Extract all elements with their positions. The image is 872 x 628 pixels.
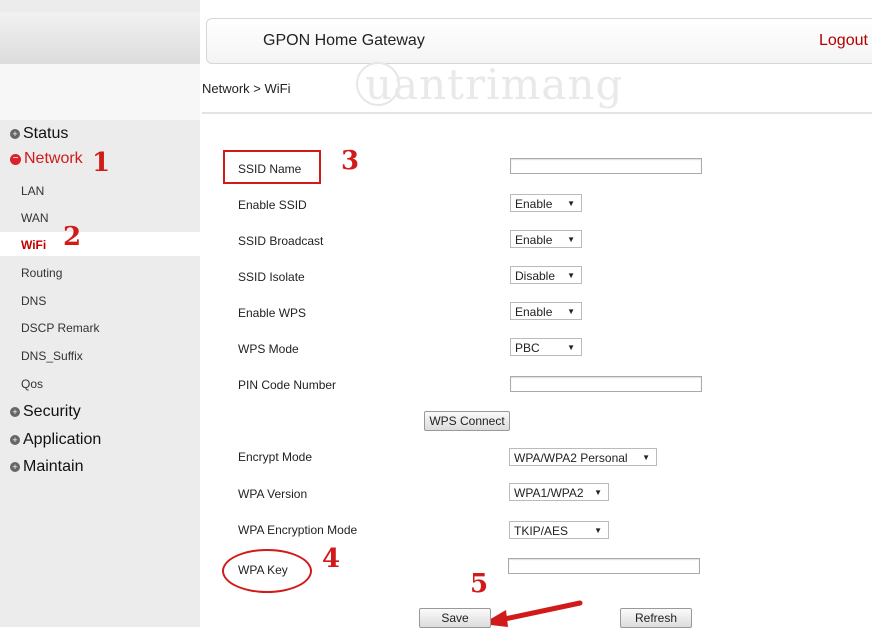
top-bar: GPON Home Gateway Logout	[206, 18, 872, 64]
wpa-encryption-label: WPA Encryption Mode	[238, 523, 358, 537]
ssid-isolate-label: SSID Isolate	[238, 270, 305, 284]
annotation-step-1: 1	[92, 148, 111, 178]
select-value: Disable	[515, 269, 556, 283]
select-value: Enable	[515, 197, 553, 211]
sidebar-group-network[interactable]: − Network	[10, 150, 83, 168]
sidebar-group-label: Application	[23, 431, 102, 448]
sidebar-group-status[interactable]: + Status	[10, 125, 68, 143]
enable-ssid-select[interactable]: Enable ▼	[510, 194, 582, 212]
select-value: PBC	[515, 341, 540, 355]
select-value: TKIP/AES	[514, 524, 569, 538]
enable-ssid-label: Enable SSID	[238, 198, 307, 212]
select-value: Enable	[515, 305, 553, 319]
sidebar-group-application[interactable]: + Application	[10, 431, 101, 449]
chevron-down-icon: ▼	[594, 488, 602, 497]
chevron-down-icon: ▼	[594, 526, 602, 535]
app-title: GPON Home Gateway	[263, 32, 425, 49]
sidebar-header	[0, 12, 200, 64]
plus-circle-icon: +	[10, 407, 20, 417]
annotation-step-2: 2	[63, 222, 82, 252]
annotation-step-5: 5	[470, 569, 489, 599]
chevron-down-icon: ▼	[567, 199, 575, 208]
sidebar-group-maintain[interactable]: + Maintain	[10, 458, 83, 476]
wps-mode-select[interactable]: PBC ▼	[510, 338, 582, 356]
plus-circle-icon: +	[10, 462, 20, 472]
wpa-version-label: WPA Version	[238, 487, 308, 501]
wps-connect-button[interactable]: WPS Connect	[424, 411, 510, 431]
ssid-isolate-select[interactable]: Disable ▼	[510, 266, 582, 284]
select-value: WPA1/WPA2	[514, 486, 584, 500]
sidebar-group-label: Status	[23, 125, 69, 142]
sidebar-item-dscp-remark[interactable]: DSCP Remark	[21, 321, 99, 335]
pin-code-label: PIN Code Number	[238, 378, 337, 392]
annotation-step-3: 3	[341, 146, 360, 176]
sidebar-item-wifi[interactable]: WiFi	[21, 238, 46, 252]
encrypt-mode-select[interactable]: WPA/WPA2 Personal ▼	[509, 448, 657, 466]
wpa-encryption-select[interactable]: TKIP/AES ▼	[509, 521, 609, 539]
sidebar-group-label: Security	[23, 403, 81, 420]
plus-circle-icon: +	[10, 435, 20, 445]
sidebar-group-security[interactable]: + Security	[10, 403, 81, 421]
select-value: WPA/WPA2 Personal	[514, 451, 628, 465]
logout-link[interactable]: Logout	[819, 32, 868, 50]
divider	[202, 112, 872, 114]
chevron-down-icon: ▼	[567, 307, 575, 316]
ssid-broadcast-label: SSID Broadcast	[238, 234, 324, 248]
ssid-name-label: SSID Name	[238, 162, 302, 176]
minus-circle-icon: −	[10, 153, 21, 165]
wpa-key-label: WPA Key	[238, 563, 288, 577]
ssid-broadcast-select[interactable]: Enable ▼	[510, 230, 582, 248]
chevron-down-icon: ▼	[567, 271, 575, 280]
plus-circle-icon: +	[10, 129, 20, 139]
chevron-down-icon: ▼	[567, 235, 575, 244]
watermark: uantrimang	[365, 60, 624, 109]
breadcrumb: Network > WiFi	[202, 81, 291, 96]
sidebar-item-qos[interactable]: Qos	[21, 377, 43, 391]
wps-mode-label: WPS Mode	[238, 342, 299, 356]
enable-wps-label: Enable WPS	[238, 306, 307, 320]
select-value: Enable	[515, 233, 553, 247]
pin-code-input[interactable]	[510, 376, 702, 392]
encrypt-mode-label: Encrypt Mode	[238, 450, 313, 464]
sidebar-group-label: Maintain	[23, 458, 84, 475]
refresh-button[interactable]: Refresh	[620, 608, 692, 628]
ssid-name-input[interactable]	[510, 158, 702, 174]
sidebar-group-label: Network	[24, 150, 83, 167]
wpa-key-input[interactable]	[508, 558, 700, 574]
sidebar-item-dns-suffix[interactable]: DNS_Suffix	[21, 349, 83, 363]
sidebar-item-dns[interactable]: DNS	[21, 294, 46, 308]
annotation-step-4: 4	[322, 544, 341, 574]
sidebar-item-routing[interactable]: Routing	[21, 266, 62, 280]
enable-wps-select[interactable]: Enable ▼	[510, 302, 582, 320]
sidebar-spacer	[0, 64, 200, 120]
chevron-down-icon: ▼	[642, 453, 650, 462]
chevron-down-icon: ▼	[567, 343, 575, 352]
save-button[interactable]: Save	[419, 608, 491, 628]
wpa-version-select[interactable]: WPA1/WPA2 ▼	[509, 483, 609, 501]
sidebar-item-wan[interactable]: WAN	[21, 211, 49, 225]
sidebar-item-lan[interactable]: LAN	[21, 184, 44, 198]
